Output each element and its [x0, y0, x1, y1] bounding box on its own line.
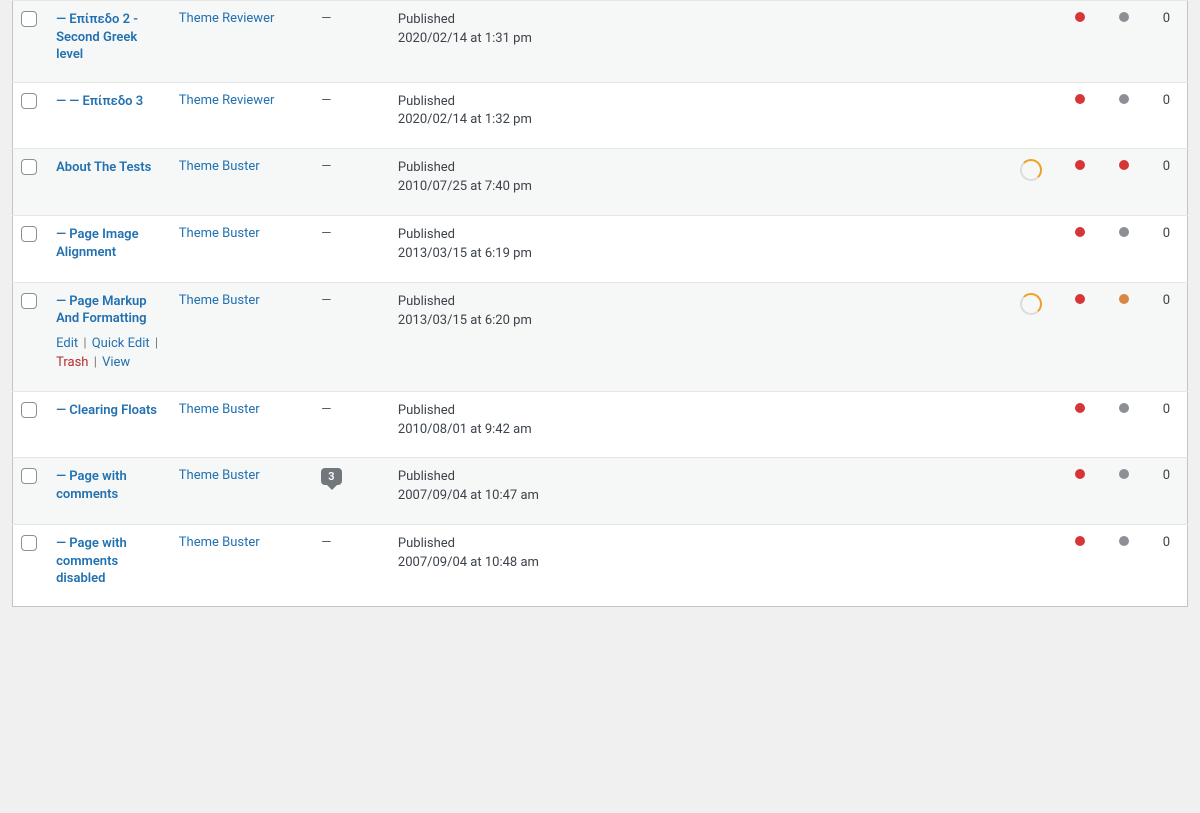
comments-none: —: [321, 226, 331, 241]
author-link[interactable]: Theme Buster: [179, 468, 260, 483]
row-select-checkbox[interactable]: [21, 226, 37, 242]
status-dot-1: [1075, 294, 1085, 304]
status-dot-1: [1075, 536, 1085, 546]
status-dot-2: [1119, 12, 1129, 22]
author-link[interactable]: Theme Buster: [179, 159, 260, 174]
comments-none: —: [321, 402, 331, 417]
edit-link[interactable]: Edit: [56, 336, 78, 351]
page-title-link[interactable]: — Clearing Floats: [56, 402, 157, 420]
publish-timestamp: 2013/03/15 at 6:19 pm: [398, 245, 996, 264]
status-dot-1: [1075, 160, 1085, 170]
row-select-checkbox[interactable]: [21, 468, 37, 484]
publish-timestamp: 2020/02/14 at 1:31 pm: [398, 30, 996, 49]
page-title-link[interactable]: — Επίπεδο 2 - Second Greek level: [56, 11, 163, 64]
author-link[interactable]: Theme Buster: [179, 402, 260, 417]
comments-none: —: [321, 159, 331, 174]
table-row: — Clearing Floats Theme Buster — Published2…: [13, 391, 1188, 458]
page-title-link[interactable]: — Page Image Alignment: [56, 226, 163, 261]
table-row: About The Tests Theme Buster — Published201…: [13, 149, 1188, 216]
page-title-link[interactable]: About The Tests: [56, 159, 151, 177]
row-count: 0: [1163, 468, 1170, 483]
status-dot-2: [1119, 536, 1129, 546]
publish-timestamp: 2013/03/15 at 6:20 pm: [398, 312, 996, 331]
status-dot-2: [1119, 403, 1129, 413]
quick-edit-link[interactable]: Quick Edit: [92, 336, 150, 351]
comments-none: —: [321, 535, 331, 550]
page-title-link[interactable]: — — Επίπεδο 3: [56, 93, 143, 111]
publish-timestamp: 2007/09/04 at 10:47 am: [398, 487, 996, 506]
publish-timestamp: 2010/07/25 at 7:40 pm: [398, 178, 996, 197]
author-link[interactable]: Theme Reviewer: [179, 11, 275, 26]
view-link[interactable]: View: [102, 355, 130, 370]
comments-none: —: [321, 11, 331, 26]
row-count: 0: [1163, 402, 1170, 417]
loading-spinner-icon: [1020, 293, 1042, 315]
status-dot-2: [1119, 94, 1129, 104]
publish-status: Published: [398, 468, 996, 487]
status-dot-2: [1119, 294, 1129, 304]
row-count: 0: [1163, 159, 1170, 174]
table-row: — Επίπεδο 2 - Second Greek level Theme Re…: [13, 1, 1188, 83]
row-actions: Edit | Quick Edit | Trash | View: [56, 334, 163, 373]
table-row: — Page Image Alignment Theme Buster — Publi…: [13, 216, 1188, 283]
status-dot-1: [1075, 403, 1085, 413]
table-row: — — Επίπεδο 3 Theme Reviewer — Published202…: [13, 82, 1188, 149]
page-title-link[interactable]: — Page with comments disabled: [56, 535, 163, 588]
table-row: — Page Markup And Formatting Edit | Quick…: [13, 282, 1188, 391]
row-select-checkbox[interactable]: [21, 535, 37, 551]
row-count: 0: [1163, 11, 1170, 26]
row-select-checkbox[interactable]: [21, 93, 37, 109]
status-dot-1: [1075, 12, 1085, 22]
status-dot-2: [1119, 469, 1129, 479]
publish-status: Published: [398, 226, 996, 245]
pages-table: — Επίπεδο 2 - Second Greek level Theme Re…: [12, 0, 1188, 607]
page-title-link[interactable]: — Page with comments: [56, 468, 163, 503]
row-select-checkbox[interactable]: [21, 293, 37, 309]
status-dot-1: [1075, 227, 1085, 237]
row-count: 0: [1163, 226, 1170, 241]
row-select-checkbox[interactable]: [21, 11, 37, 27]
publish-status: Published: [398, 159, 996, 178]
status-dot-2: [1119, 227, 1129, 237]
publish-timestamp: 2010/08/01 at 9:42 am: [398, 421, 996, 440]
page-title-link[interactable]: — Page Markup And Formatting: [56, 293, 163, 328]
comments-none: —: [321, 93, 331, 108]
loading-spinner-icon: [1020, 159, 1042, 181]
status-dot-1: [1075, 469, 1085, 479]
publish-status: Published: [398, 293, 996, 312]
comment-count-bubble[interactable]: 3: [321, 468, 341, 485]
publish-timestamp: 2020/02/14 at 1:32 pm: [398, 111, 996, 130]
author-link[interactable]: Theme Reviewer: [179, 93, 275, 108]
trash-link[interactable]: Trash: [56, 355, 88, 370]
publish-status: Published: [398, 11, 996, 30]
publish-status: Published: [398, 93, 996, 112]
status-dot-1: [1075, 94, 1085, 104]
row-count: 0: [1163, 93, 1170, 108]
author-link[interactable]: Theme Buster: [179, 293, 260, 308]
comments-none: —: [321, 293, 331, 308]
row-count: 0: [1163, 293, 1170, 308]
author-link[interactable]: Theme Buster: [179, 535, 260, 550]
status-dot-2: [1119, 160, 1129, 170]
row-count: 0: [1163, 535, 1170, 550]
publish-status: Published: [398, 535, 996, 554]
row-select-checkbox[interactable]: [21, 159, 37, 175]
row-select-checkbox[interactable]: [21, 402, 37, 418]
table-row: — Page with comments Theme Buster 3 Publish…: [13, 458, 1188, 525]
publish-status: Published: [398, 402, 996, 421]
author-link[interactable]: Theme Buster: [179, 226, 260, 241]
publish-timestamp: 2007/09/04 at 10:48 am: [398, 554, 996, 573]
table-row: — Page with comments disabled Theme Buste…: [13, 525, 1188, 607]
